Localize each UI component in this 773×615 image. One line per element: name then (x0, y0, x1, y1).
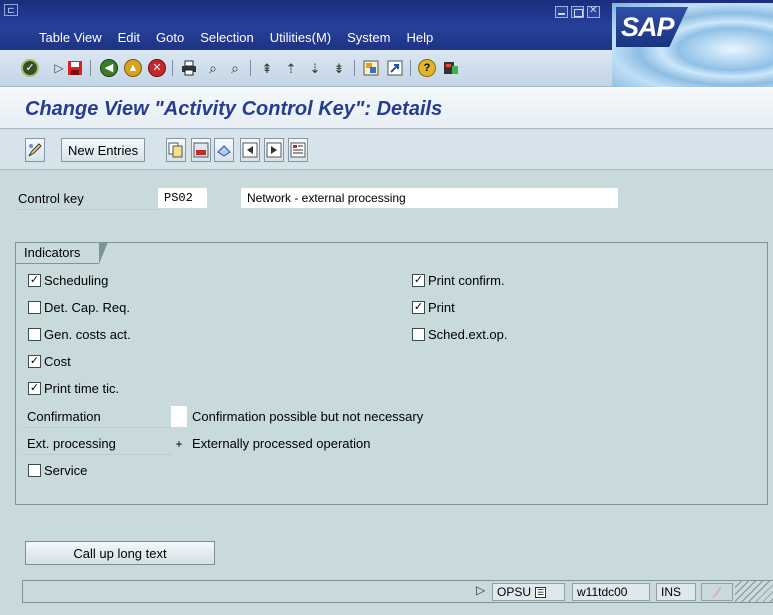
application-toolbar: New Entries (0, 130, 773, 170)
previous-entry-icon[interactable] (240, 138, 260, 162)
next-page-icon[interactable]: ⇣ (306, 59, 324, 77)
sap-logo: SAP (616, 7, 688, 47)
enter-icon[interactable]: ✓ (21, 59, 39, 77)
layout-menu-icon[interactable] (442, 59, 460, 77)
checkbox-checked-icon: ✓ (28, 382, 41, 395)
create-shortcut-icon[interactable] (386, 59, 404, 77)
checkbox-checked-icon: ✓ (412, 301, 425, 314)
checkbox-unchecked-icon (28, 464, 41, 477)
find-icon[interactable]: ⌕ (204, 59, 222, 77)
list-icon: ☰ (535, 586, 547, 598)
scheduling-checkbox[interactable]: ✓ Scheduling (28, 273, 108, 288)
previous-page-icon[interactable]: ⇡ (282, 59, 300, 77)
indicators-group-title: Indicators (15, 242, 109, 264)
sched-ext-op-checkbox[interactable]: Sched.ext.op. (412, 327, 508, 342)
call-up-long-text-button[interactable]: Call up long text (25, 541, 215, 565)
status-transaction[interactable]: OPSU ☰ (492, 583, 565, 601)
status-bar: ▷ OPSU ☰ w11tdc00 INS (22, 580, 773, 603)
print-icon[interactable] (180, 59, 198, 77)
status-mode: INS (656, 583, 696, 601)
checkbox-checked-icon: ✓ (28, 355, 41, 368)
status-server: w11tdc00 (572, 583, 650, 601)
menu-utilities[interactable]: Utilities(M) (262, 30, 339, 45)
service-checkbox[interactable]: Service (28, 463, 87, 478)
create-session-icon[interactable] (362, 59, 380, 77)
page-title: Change View "Activity Control Key": Deta… (25, 98, 443, 120)
menu-goto[interactable]: Goto (148, 30, 192, 45)
indicators-group: Indicators ✓ Scheduling Det. Cap. Req. G… (15, 242, 768, 505)
standard-toolbar: ✓ ▷ ◀ ▲ ✕ ⌕ ⌕ ⇞ ⇡ ⇣ ⇟ ? (0, 50, 612, 87)
ext-processing-label: Ext. processing (23, 433, 171, 455)
control-key-description: Network - external processing (241, 188, 618, 208)
menu-table-view[interactable]: Table View (31, 30, 110, 45)
confirmation-field[interactable] (171, 406, 187, 427)
checkbox-unchecked-icon (28, 301, 41, 314)
undo-change-icon[interactable] (214, 138, 234, 162)
exit-icon[interactable]: ▲ (124, 59, 142, 77)
menu-system[interactable]: System (339, 30, 398, 45)
first-page-icon[interactable]: ⇞ (258, 59, 276, 77)
confirmation-text: Confirmation possible but not necessary (192, 409, 424, 424)
back-icon[interactable]: ◀ (100, 59, 118, 77)
display-change-icon[interactable] (25, 138, 45, 162)
checkbox-checked-icon: ✓ (412, 274, 425, 287)
checkbox-unchecked-icon (412, 328, 425, 341)
checkbox-checked-icon: ✓ (28, 274, 41, 287)
ext-processing-field[interactable]: + (171, 433, 187, 454)
resize-grip[interactable] (735, 581, 773, 602)
next-entry-icon[interactable] (264, 138, 284, 162)
cancel-icon[interactable]: ✕ (148, 59, 166, 77)
confirmation-label: Confirmation (23, 406, 171, 428)
main-menu: Table View Edit Goto Selection Utilities… (31, 30, 441, 45)
variable-list-icon[interactable] (288, 138, 308, 162)
checkbox-unchecked-icon (28, 328, 41, 341)
ext-processing-text: Externally processed operation (192, 436, 371, 451)
window-controls (555, 5, 600, 18)
gen-costs-act-checkbox[interactable]: Gen. costs act. (28, 327, 131, 342)
last-page-icon[interactable]: ⇟ (330, 59, 348, 77)
help-icon[interactable]: ? (418, 59, 436, 77)
title-area: Change View "Activity Control Key": Deta… (0, 87, 773, 129)
print-checkbox[interactable]: ✓ Print (412, 300, 455, 315)
menu-help[interactable]: Help (398, 30, 441, 45)
minimize-icon[interactable] (555, 6, 568, 18)
close-icon[interactable] (587, 5, 600, 18)
menu-edit[interactable]: Edit (110, 30, 148, 45)
status-lock-icon (701, 583, 733, 601)
save-icon[interactable] (66, 59, 84, 77)
status-expand-icon[interactable]: ▷ (476, 583, 485, 597)
maximize-icon[interactable] (571, 6, 584, 18)
det-cap-req-checkbox[interactable]: Det. Cap. Req. (28, 300, 130, 315)
control-key-label: Control key (18, 189, 158, 210)
cost-checkbox[interactable]: ✓ Cost (28, 354, 71, 369)
work-area: Control key PS02 Network - external proc… (0, 170, 773, 615)
find-next-icon[interactable]: ⌕ (226, 59, 244, 77)
control-key-field[interactable]: PS02 (158, 188, 207, 208)
menu-selection[interactable]: Selection (192, 30, 261, 45)
new-entries-button[interactable]: New Entries (61, 138, 146, 162)
copy-as-icon[interactable] (166, 138, 186, 162)
print-time-tic-checkbox[interactable]: ✓ Print time tic. (28, 381, 119, 396)
print-confirm-checkbox[interactable]: ✓ Print confirm. (412, 273, 505, 288)
sap-logo-area: SAP (612, 3, 773, 87)
system-menu-icon[interactable]: ⊏ (4, 4, 18, 16)
delete-icon[interactable] (191, 138, 211, 162)
